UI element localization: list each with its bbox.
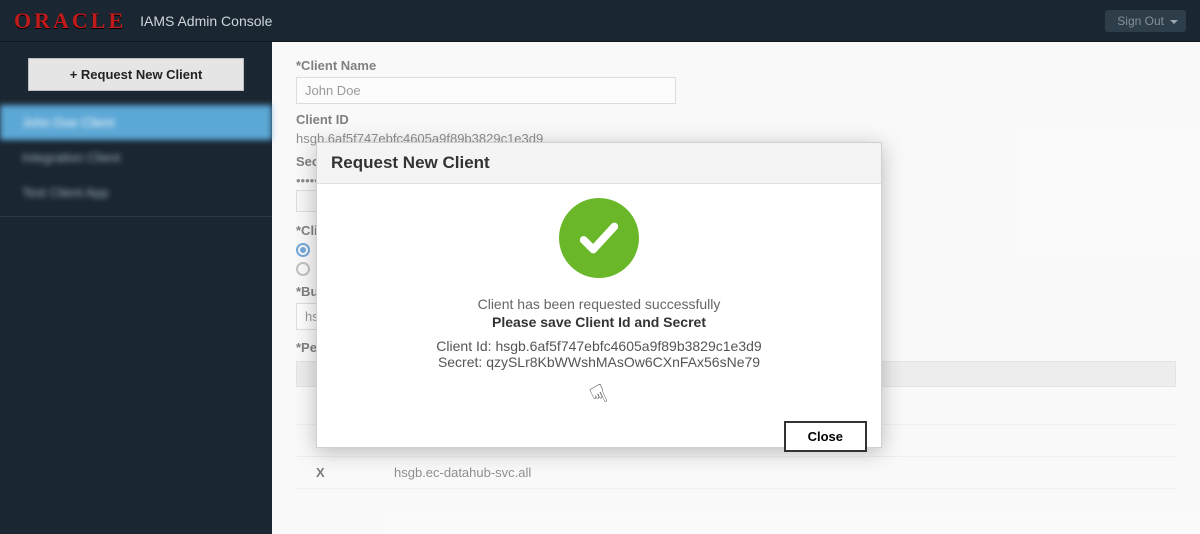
sidebar-item-client-0[interactable]: John Doe Client — [0, 105, 272, 140]
close-button[interactable]: Close — [784, 421, 867, 452]
sidebar: + Request New Client John Doe Client Int… — [0, 42, 272, 534]
sidebar-item-client-2[interactable]: Test Client App — [0, 175, 272, 210]
success-check-icon — [559, 198, 639, 278]
user-menu-dropdown[interactable]: Sign Out — [1105, 10, 1186, 32]
result-client-id: Client Id: hsgb.6af5f747ebfc4605a9f89b38… — [436, 338, 761, 354]
brand-logo: ORACLE — [14, 8, 126, 34]
modal-title: Request New Client — [317, 143, 881, 184]
sidebar-item-client-1[interactable]: Integration Client — [0, 140, 272, 175]
pointer-cursor-icon: ☟ — [585, 378, 612, 413]
success-message-line1: Client has been requested successfully — [478, 296, 721, 312]
app-title: IAMS Admin Console — [140, 13, 272, 29]
success-message-line2: Please save Client Id and Secret — [492, 314, 706, 330]
app-header: ORACLE IAMS Admin Console Sign Out — [0, 0, 1200, 42]
request-client-result-modal: Request New Client Client has been reque… — [316, 142, 882, 448]
request-new-client-button[interactable]: + Request New Client — [28, 58, 244, 91]
result-secret: Secret: qzySLr8KbWWshMAsOw6CXnFAx56sNe79 — [438, 354, 760, 370]
